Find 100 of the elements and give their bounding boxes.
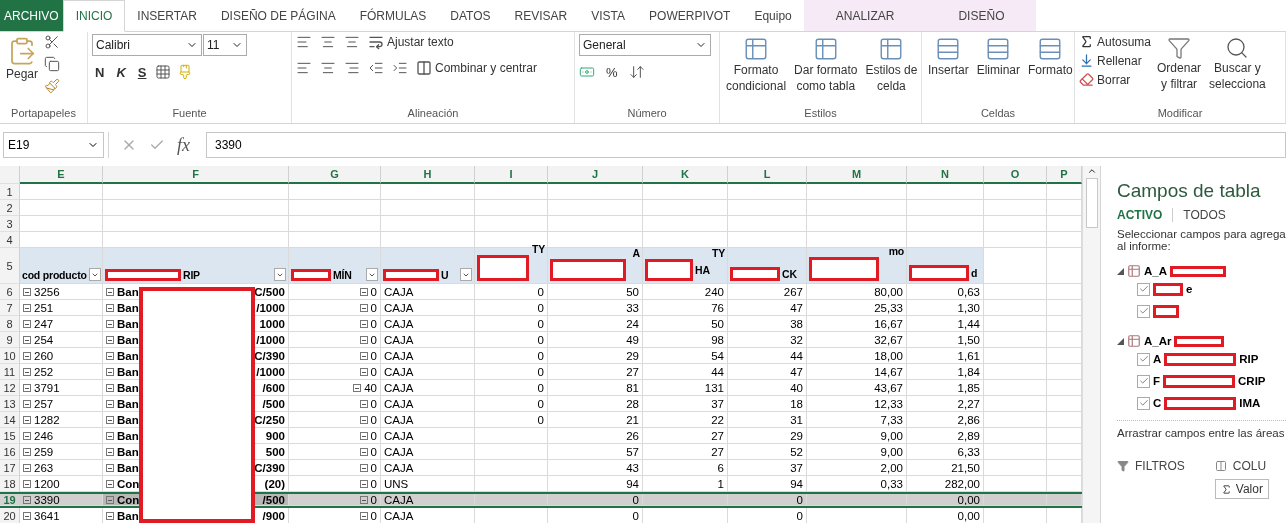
styles-button[interactable]: Dar formato como tabla <box>792 34 860 107</box>
column-header[interactable]: E <box>20 166 103 184</box>
row-number[interactable]: 17 <box>0 460 20 476</box>
filter-button[interactable] <box>88 268 101 281</box>
ribbon-tab[interactable]: INSERTAR <box>125 0 209 31</box>
styles-button[interactable]: Formato condicional <box>724 34 789 107</box>
number-format-field[interactable]: General <box>579 34 711 56</box>
row-number[interactable]: 19 <box>0 494 20 506</box>
empty-cell <box>984 216 1047 232</box>
wrap-text-button[interactable]: Ajustar texto <box>368 34 454 50</box>
insert-function-button[interactable]: fx <box>177 134 190 156</box>
autosum-button[interactable]: Autosuma <box>1079 34 1152 49</box>
column-header[interactable]: J <box>548 166 643 184</box>
ribbon-tab[interactable]: DISEÑO DE PÁGINA <box>208 0 348 31</box>
row-number[interactable]: 20 <box>0 508 20 523</box>
table-cell: 0 <box>537 349 544 362</box>
ribbon-tab[interactable]: Equipo <box>742 0 804 31</box>
checkbox[interactable] <box>1137 374 1150 388</box>
table-cell: 0 <box>370 397 377 410</box>
ribbon-tab[interactable]: INICIO <box>62 0 126 32</box>
cells-button[interactable]: Formato <box>1026 34 1075 107</box>
editing-button[interactable]: Ordenar y filtrar <box>1155 34 1204 107</box>
filter-button[interactable] <box>460 268 472 281</box>
table-cell: 0 <box>548 494 643 506</box>
fill-button[interactable]: Rellenar <box>1079 53 1152 68</box>
column-header[interactable]: H <box>381 166 475 184</box>
ribbon-tab[interactable]: ANALIZAR <box>803 0 927 31</box>
expand-triangle-icon[interactable] <box>1117 337 1124 345</box>
font-name-field[interactable]: Calibri <box>92 34 202 56</box>
row-number[interactable]: 5 <box>0 248 20 284</box>
row-number[interactable]: 10 <box>0 348 20 364</box>
header-text: cod producto <box>22 268 87 281</box>
pane-tab[interactable]: TODOS <box>1183 208 1236 222</box>
row-number[interactable]: 11 <box>0 364 20 380</box>
table-cell: 37 <box>790 461 803 474</box>
row-number[interactable]: 4 <box>0 232 20 248</box>
clear-button[interactable]: Borrar <box>1079 72 1152 87</box>
column-header[interactable]: L <box>728 166 807 184</box>
column-header[interactable]: O <box>984 166 1047 184</box>
ribbon-tab[interactable]: VISTA <box>579 0 638 31</box>
table-cell: 32,67 <box>874 333 903 346</box>
pane-tab[interactable]: ACTIVO <box>1117 208 1174 222</box>
bold-button[interactable]: N <box>92 64 108 80</box>
column-header[interactable]: N <box>907 166 984 184</box>
underline-button[interactable]: S <box>134 64 150 80</box>
ribbon-tab[interactable]: FÓRMULAS <box>347 0 439 31</box>
header-text: mo <box>888 245 904 257</box>
column-header[interactable]: I <box>475 166 548 184</box>
row-number[interactable]: 15 <box>0 428 20 444</box>
row-number[interactable]: 1 <box>0 184 20 200</box>
row-number[interactable]: 8 <box>0 316 20 332</box>
header-text: MÍN <box>333 268 352 281</box>
checkbox[interactable] <box>1137 352 1150 366</box>
styles-button[interactable]: Estilos de celda <box>863 34 920 107</box>
row-number[interactable]: 16 <box>0 444 20 460</box>
row-number[interactable]: 9 <box>0 332 20 348</box>
table-cell: 94 <box>790 477 803 490</box>
name-box[interactable]: E19 <box>3 132 104 158</box>
ribbon-tab[interactable]: DISEÑO <box>926 0 1037 31</box>
ribbon-tab[interactable]: POWERPIVOT <box>637 0 743 31</box>
decimal-icon <box>628 64 645 80</box>
column-header[interactable]: P <box>1047 166 1082 184</box>
row-number[interactable]: 2 <box>0 200 20 216</box>
row-number[interactable]: 13 <box>0 396 20 412</box>
cells-button[interactable]: Eliminar <box>974 34 1023 107</box>
checkbox[interactable] <box>1137 304 1150 318</box>
percent-button[interactable]: % <box>603 64 621 80</box>
column-header[interactable]: K <box>643 166 728 184</box>
row-number[interactable]: 6 <box>0 284 20 300</box>
ribbon-tab[interactable]: DATOS <box>438 0 503 31</box>
checkbox[interactable] <box>1137 282 1150 296</box>
ribbon-tab[interactable]: REVISAR <box>502 0 580 31</box>
column-header[interactable]: F <box>103 166 289 184</box>
expand-triangle-icon[interactable] <box>1117 267 1124 275</box>
italic-button[interactable]: K <box>113 64 129 80</box>
table-cell: CAJA <box>384 397 414 410</box>
column-header[interactable]: G <box>289 166 381 184</box>
ribbon-tab[interactable]: ARCHIVO <box>0 0 63 31</box>
table-cell: 47 <box>790 365 803 378</box>
cells-button[interactable]: Insertar <box>926 34 971 107</box>
vertical-scrollbar[interactable] <box>1082 166 1100 523</box>
formula-field[interactable]: 3390 <box>206 132 1286 158</box>
table-cell: 18,00 <box>874 349 903 362</box>
font-size-field[interactable]: 11 <box>203 34 247 56</box>
column-header[interactable]: M <box>807 166 907 184</box>
editing-button[interactable]: Buscar y selecciona <box>1207 34 1268 107</box>
cell-text: 900 <box>265 429 285 442</box>
checkbox[interactable] <box>1137 396 1150 410</box>
value-chip[interactable]: Valor <box>1214 479 1269 499</box>
filter-button[interactable] <box>274 268 286 281</box>
merge-center-button[interactable]: Combinar y centrar <box>416 60 538 76</box>
row-number[interactable]: 12 <box>0 380 20 396</box>
paste-button[interactable]: Pegar <box>4 34 41 107</box>
filter-button[interactable] <box>366 268 378 281</box>
row-number[interactable]: 14 <box>0 412 20 428</box>
row-number[interactable]: 18 <box>0 476 20 492</box>
row-number[interactable]: 7 <box>0 300 20 316</box>
field-name: F <box>1153 375 1161 387</box>
scrollbar-thumb[interactable] <box>1085 178 1098 228</box>
row-number[interactable]: 3 <box>0 216 20 232</box>
